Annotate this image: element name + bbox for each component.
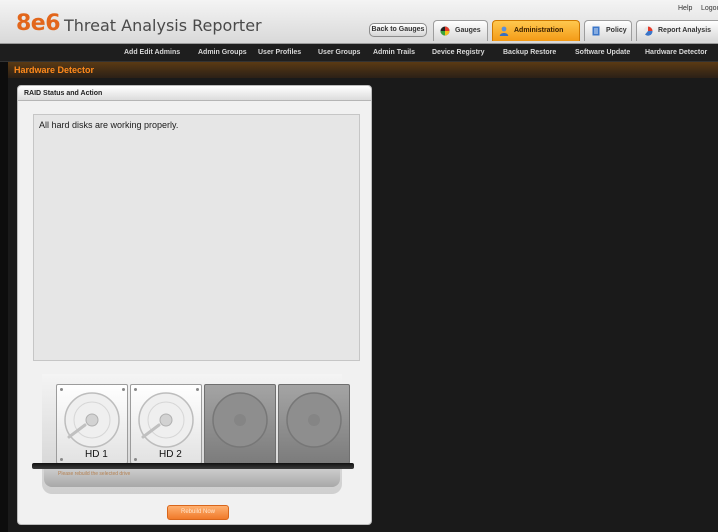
help-link[interactable]: Help bbox=[678, 4, 692, 13]
logo: 8e6 bbox=[16, 11, 61, 36]
hard-drive-slot-4-empty bbox=[278, 384, 350, 464]
subnav-backup-restore[interactable]: Backup Restore bbox=[503, 48, 556, 58]
rebuild-now-button[interactable]: Rebuild Now bbox=[167, 505, 229, 520]
drive-label: HD 2 bbox=[159, 449, 182, 460]
subnav-user-groups[interactable]: User Groups bbox=[318, 48, 360, 58]
page-title: Hardware Detector bbox=[14, 65, 95, 75]
hard-drive-2[interactable]: HD 2 bbox=[130, 384, 202, 464]
subnav-hardware-detector[interactable]: Hardware Detector bbox=[645, 48, 707, 58]
hard-drive-slot-3-empty bbox=[204, 384, 276, 464]
panel-title: RAID Status and Action bbox=[24, 90, 103, 97]
subnav-admin-trails[interactable]: Admin Trails bbox=[373, 48, 415, 58]
administration-icon bbox=[499, 26, 509, 36]
hard-disk-icon bbox=[286, 392, 342, 448]
tab-policy[interactable]: Policy bbox=[584, 20, 632, 41]
report-analysis-icon bbox=[643, 26, 653, 36]
panel-header: RAID Status and Action bbox=[18, 86, 371, 101]
tab-administration-label: Administration bbox=[514, 27, 564, 34]
sub-navigation: Add Edit Admins Admin Groups User Profil… bbox=[0, 44, 718, 62]
tab-report-analysis-label: Report Analysis bbox=[658, 27, 712, 34]
subnav-admin-groups[interactable]: Admin Groups bbox=[198, 48, 247, 58]
screw-icon bbox=[134, 388, 137, 391]
policy-icon bbox=[592, 26, 600, 36]
back-to-gauges-button[interactable]: Back to Gauges bbox=[369, 23, 427, 37]
screw-icon bbox=[122, 388, 125, 391]
drive-bay: HD 1 HD 2 Please rebuild the selected dr… bbox=[30, 374, 356, 494]
app-header: 8e6 Threat Analysis Reporter Help Logout… bbox=[0, 0, 718, 44]
subnav-device-registry[interactable]: Device Registry bbox=[432, 48, 485, 58]
hard-disk-icon bbox=[64, 392, 120, 448]
tab-policy-label: Policy bbox=[606, 27, 627, 34]
raid-status-box: All hard disks are working properly. bbox=[33, 114, 360, 361]
hard-disk-icon bbox=[138, 392, 194, 448]
tab-gauges[interactable]: Gauges bbox=[433, 20, 488, 41]
screw-icon bbox=[196, 388, 199, 391]
subnav-software-update[interactable]: Software Update bbox=[575, 48, 630, 58]
hard-disk-icon bbox=[212, 392, 268, 448]
tab-gauges-label: Gauges bbox=[455, 27, 481, 34]
screw-icon bbox=[60, 458, 63, 461]
screw-icon bbox=[134, 458, 137, 461]
left-edge bbox=[0, 62, 8, 532]
subnav-user-profiles[interactable]: User Profiles bbox=[258, 48, 301, 58]
drive-bay-caption: Please rebuild the selected drive bbox=[58, 471, 131, 477]
gauges-icon bbox=[440, 26, 450, 36]
subnav-add-edit-admins[interactable]: Add Edit Admins bbox=[124, 48, 180, 58]
page-title-bar: Hardware Detector bbox=[8, 62, 718, 78]
tab-administration[interactable]: Administration bbox=[492, 20, 580, 41]
raid-status-panel: RAID Status and Action All hard disks ar… bbox=[17, 85, 372, 525]
drive-label: HD 1 bbox=[85, 449, 108, 460]
logout-link[interactable]: Logout bbox=[701, 4, 718, 13]
tab-report-analysis[interactable]: Report Analysis bbox=[636, 20, 718, 41]
hard-drive-1[interactable]: HD 1 bbox=[56, 384, 128, 464]
screw-icon bbox=[60, 388, 63, 391]
app-title: Threat Analysis Reporter bbox=[64, 16, 262, 35]
raid-status-message: All hard disks are working properly. bbox=[39, 120, 179, 130]
